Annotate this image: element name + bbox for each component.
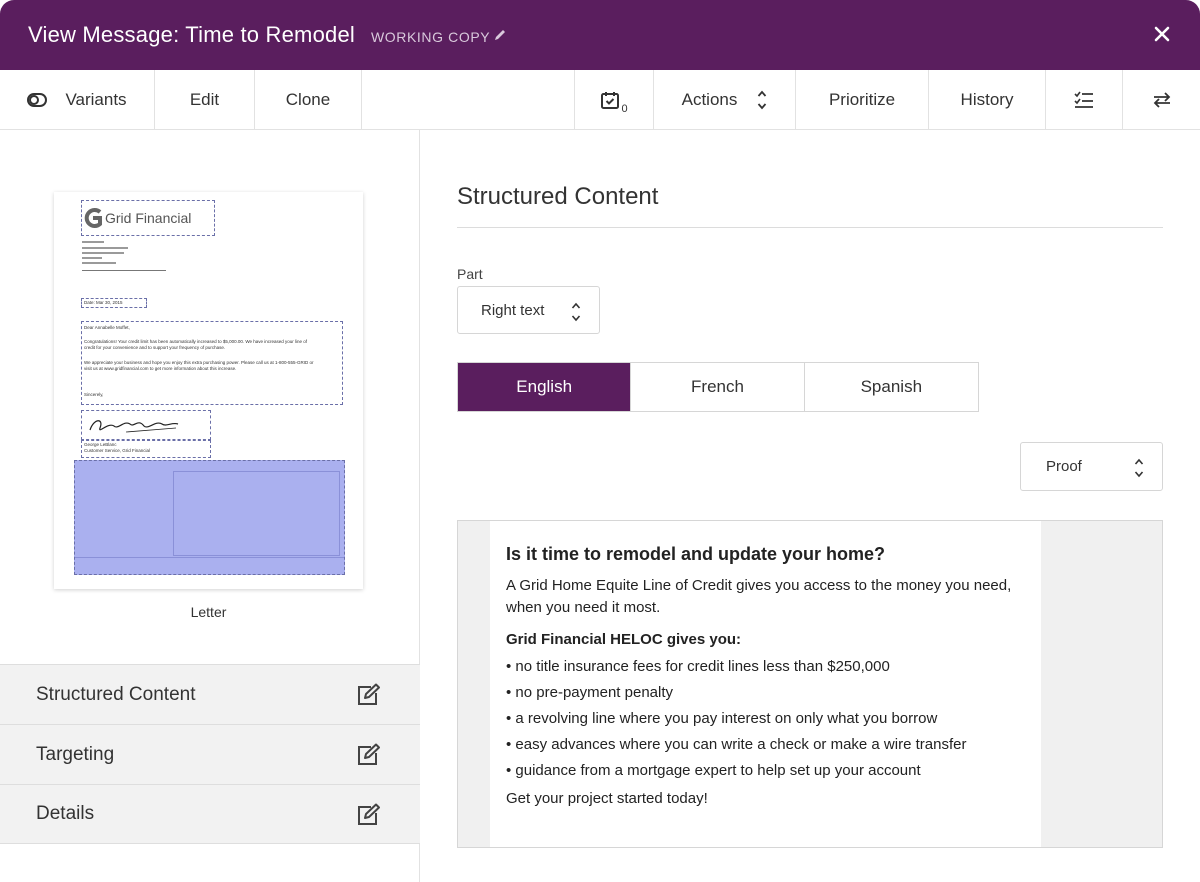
letter-date: Date: Mar 30, 2015 <box>84 300 123 305</box>
right-text-zone-highlight[interactable] <box>74 460 345 575</box>
signature-image <box>86 414 184 443</box>
swap-button[interactable] <box>1123 70 1200 130</box>
working-copy-label: WORKING COPY <box>370 28 491 45</box>
history-label: History <box>960 90 1014 109</box>
proof-select[interactable]: Proof <box>1020 442 1163 491</box>
accordion-label: Targeting <box>36 743 115 765</box>
letter-greeting: Dear Annabelle Moffet, <box>84 325 130 330</box>
date-zone: Date: Mar 30, 2015 <box>81 298 147 308</box>
checklist-button[interactable] <box>1046 70 1123 130</box>
tab-english[interactable]: English <box>458 363 632 411</box>
title-bar: View Message: Time to Remodel WORKING CO… <box>0 0 1200 70</box>
list-item: • no title insurance fees for credit lin… <box>506 658 890 675</box>
highlight-strip <box>75 557 344 558</box>
edit-label: Edit <box>189 90 220 109</box>
variants-label: Variants <box>65 90 127 109</box>
pencil-icon <box>493 28 507 45</box>
section-title: Structured Content <box>457 183 659 210</box>
calendar-check-icon <box>600 90 620 110</box>
accordion-label: Details <box>36 803 95 824</box>
list-item: • guidance from a mortgage expert to hel… <box>506 762 921 779</box>
prioritize-button[interactable]: Prioritize <box>796 70 929 130</box>
left-panel: Grid Financial Date: Mar 30, 2015 Dear A… <box>0 130 420 882</box>
edit-square-icon[interactable] <box>356 683 382 713</box>
prioritize-label: Prioritize <box>828 90 896 109</box>
message-window: View Message: Time to Remodel WORKING CO… <box>0 0 1200 882</box>
accordion-label: Structured Content <box>36 683 196 705</box>
signer-zone: George LeBlanc Customer Service, Grid Fi… <box>81 440 211 458</box>
swap-arrows-icon <box>1152 92 1172 108</box>
edit-square-icon[interactable] <box>356 743 382 773</box>
list-item: • easy advances where you can write a ch… <box>506 736 967 753</box>
edit-square-icon[interactable] <box>356 803 382 833</box>
part-label: Part <box>457 266 483 282</box>
edit-button[interactable]: Edit <box>155 70 255 130</box>
calendar-button[interactable]: 0 <box>574 70 654 130</box>
close-icon[interactable] <box>1150 22 1174 46</box>
accordion-structured-content[interactable]: Structured Content <box>0 664 420 724</box>
clone-label: Clone <box>285 90 331 109</box>
preview-subheading: Grid Financial HELOC gives you: <box>506 631 742 648</box>
window-title: View Message: Time to Remodel <box>28 22 355 47</box>
part-select[interactable]: Right text <box>457 286 600 334</box>
actions-dropdown[interactable]: Actions <box>654 70 796 130</box>
letter-thumbnail[interactable]: Grid Financial Date: Mar 30, 2015 Dear A… <box>54 192 363 589</box>
history-button[interactable]: History <box>929 70 1046 130</box>
language-tabs: English French Spanish <box>457 362 979 412</box>
tab-spanish[interactable]: Spanish <box>805 363 978 411</box>
toggle-icon <box>27 93 48 107</box>
tab-french[interactable]: French <box>631 363 805 411</box>
variants-button[interactable]: Variants <box>0 70 155 130</box>
section-divider <box>457 227 1163 228</box>
part-value: Right text <box>481 301 545 319</box>
list-item: • a revolving line where you pay interes… <box>506 710 938 727</box>
list-item: • no pre-payment penalty <box>506 684 674 701</box>
proof-value: Proof <box>1046 458 1082 475</box>
signature-zone <box>81 410 211 440</box>
chevron-updown-icon <box>571 301 581 327</box>
accordion-targeting[interactable]: Targeting <box>0 724 420 784</box>
thumbnail-label: Letter <box>190 604 227 620</box>
preview-page: Is it time to remodel and update your ho… <box>490 521 1041 847</box>
logo-zone: Grid Financial <box>81 200 215 236</box>
letter-closing: Sincerely, <box>84 392 104 397</box>
checklist-icon <box>1074 91 1094 109</box>
preview-heading: Is it time to remodel and update your ho… <box>506 544 886 564</box>
highlight-inner-box <box>173 471 340 556</box>
content-preview: Is it time to remodel and update your ho… <box>457 520 1163 848</box>
chevron-updown-icon <box>757 89 767 111</box>
accordion-details[interactable]: Details <box>0 784 420 844</box>
actions-label: Actions <box>681 90 738 109</box>
clone-button[interactable]: Clone <box>255 70 362 130</box>
working-copy-badge[interactable]: WORKING COPY <box>371 28 507 45</box>
body-zone: Dear Annabelle Moffet, Congratulations! … <box>81 321 343 405</box>
grid-logo-icon <box>84 208 102 228</box>
signer-title: Customer Service, Grid Financial <box>84 448 151 453</box>
calendar-count: 0 <box>621 103 628 115</box>
preview-benefit-list: • no title insurance fees for credit lin… <box>506 654 1041 784</box>
letter-body-1: Congratulations! Your credit limit has b… <box>84 339 308 350</box>
preview-intro: A Grid Home Equite Line of Credit gives … <box>506 577 1012 616</box>
letter-body-2: We appreciate your business and hope you… <box>84 360 314 371</box>
chevron-updown-icon <box>1134 457 1144 483</box>
toolbar: Variants Edit Clone 0 Actions Prioritize… <box>0 70 1200 130</box>
logo-text: Grid Financial <box>105 210 192 226</box>
preview-cta: Get your project started today! <box>506 790 708 807</box>
